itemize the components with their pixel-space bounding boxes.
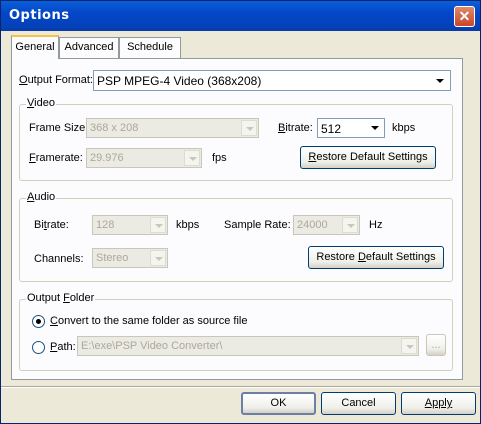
path-radio[interactable]: [32, 341, 45, 354]
video-group: Video Frame Size: 368 x 208 Bitrate: 512…: [19, 97, 453, 181]
path-label[interactable]: Path:: [50, 341, 76, 353]
chevron-down-icon: [246, 127, 254, 131]
tab-advanced[interactable]: Advanced: [59, 37, 119, 58]
options-dialog: Options ✕ General Advanced Schedule Outp…: [0, 0, 481, 424]
sample-rate-dropdown-button[interactable]: [342, 217, 358, 233]
tab-general-label: General: [15, 41, 55, 53]
framerate-select[interactable]: 29.976: [86, 148, 202, 168]
framerate-dropdown-button[interactable]: [184, 150, 200, 166]
audio-bitrate-label: Bitrate:: [34, 219, 69, 231]
output-folder-group: Output Folder Convert to the same folder…: [19, 292, 453, 371]
ok-button[interactable]: OK: [241, 392, 316, 415]
tab-schedule[interactable]: Schedule: [119, 37, 181, 58]
tab-schedule-label: Schedule: [127, 41, 173, 53]
chevron-down-icon: [347, 224, 355, 228]
output-format-dropdown-button[interactable]: [432, 73, 448, 89]
framerate-unit: fps: [212, 152, 227, 164]
cancel-button[interactable]: Cancel: [321, 392, 396, 415]
title-bar[interactable]: Options ✕: [1, 1, 480, 31]
chevron-down-icon: [371, 126, 379, 130]
close-icon: ✕: [458, 8, 471, 24]
path-dropdown-button[interactable]: [401, 338, 417, 354]
chevron-down-icon: [155, 257, 163, 261]
video-bitrate-label: Bitrate:: [278, 122, 313, 134]
tab-general[interactable]: General: [11, 35, 59, 59]
sample-rate-select[interactable]: 24000: [293, 215, 360, 235]
apply-button-label: Apply: [424, 397, 453, 409]
frame-size-label: Frame Size:: [29, 122, 89, 134]
frame-size-select[interactable]: 368 x 208: [86, 118, 259, 138]
chevron-down-icon: [436, 79, 444, 83]
path-value: E:\exe\PSP Video Converter\: [81, 340, 223, 352]
tab-advanced-label: Advanced: [64, 41, 114, 53]
close-button[interactable]: ✕: [454, 6, 475, 27]
channels-dropdown-button[interactable]: [150, 250, 166, 266]
audio-bitrate-dropdown-button[interactable]: [150, 217, 166, 233]
chevron-down-icon: [406, 345, 414, 349]
ok-button-label: OK: [270, 397, 287, 409]
chevron-down-icon: [155, 224, 163, 228]
radio-selected-dot: [36, 319, 41, 324]
video-bitrate-unit: kbps: [392, 122, 416, 134]
channels-label: Channels:: [34, 253, 84, 265]
audio-bitrate-value: 128: [96, 219, 115, 231]
channels-value: Stereo: [96, 252, 129, 264]
video-bitrate-dropdown-button[interactable]: [367, 120, 383, 136]
framerate-value: 29.976: [90, 152, 124, 164]
sample-rate-value: 24000: [297, 219, 328, 231]
general-tab-panel: Output Format: PSP MPEG-4 Video (368x208…: [11, 58, 463, 380]
output-format-select[interactable]: PSP MPEG-4 Video (368x208): [93, 70, 451, 91]
window-title: Options: [9, 8, 70, 23]
output-format-label: Output Format:: [19, 74, 93, 86]
audio-bitrate-unit: kbps: [176, 219, 200, 231]
audio-bitrate-select[interactable]: 128: [92, 215, 168, 235]
framerate-label: Framerate:: [29, 152, 83, 164]
audio-restore-defaults-button[interactable]: Restore Default Settings: [308, 246, 444, 269]
sample-rate-label: Sample Rate:: [224, 219, 291, 231]
sample-rate-unit: Hz: [369, 219, 383, 231]
frame-size-dropdown-button[interactable]: [241, 120, 257, 136]
path-select[interactable]: E:\exe\PSP Video Converter\: [77, 336, 419, 356]
browse-button-label: ...: [431, 339, 441, 351]
browse-button[interactable]: ...: [426, 334, 446, 356]
frame-size-value: 368 x 208: [90, 122, 139, 134]
same-folder-radio[interactable]: [32, 315, 45, 328]
output-format-value: PSP MPEG-4 Video (368x208): [97, 74, 262, 88]
video-bitrate-value: 512: [321, 122, 342, 136]
video-bitrate-select[interactable]: 512: [317, 118, 385, 138]
audio-legend: Audio: [26, 191, 57, 203]
footer-divider-highlight: [1, 387, 480, 388]
video-legend: Video: [26, 97, 56, 109]
chevron-down-icon: [189, 157, 197, 161]
audio-group: Audio Bitrate: 128 kbps Sample Rate: 240…: [19, 191, 453, 282]
same-folder-label[interactable]: Convert to the same folder as source fil…: [50, 315, 248, 327]
cancel-button-label: Cancel: [341, 397, 376, 409]
video-restore-defaults-button[interactable]: Restore Default Settings: [300, 146, 436, 169]
output-folder-legend: Output Folder: [26, 292, 96, 304]
channels-select[interactable]: Stereo: [92, 248, 168, 268]
apply-button[interactable]: Apply: [401, 392, 476, 415]
